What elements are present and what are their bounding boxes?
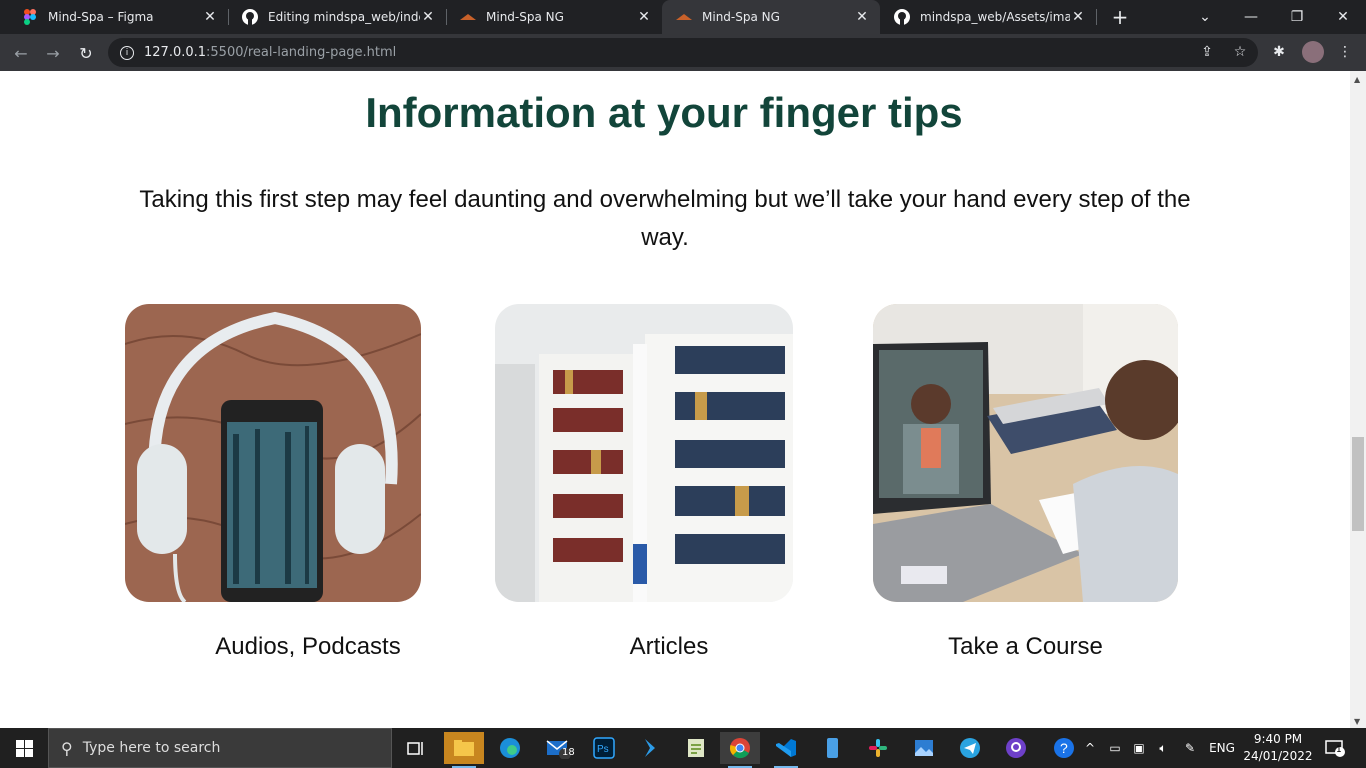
course-card-label[interactable]: Take a Course (873, 633, 1178, 661)
photoshop-icon[interactable]: Ps (584, 732, 624, 764)
scroll-thumb[interactable] (1352, 437, 1364, 531)
search-placeholder: Type here to search (82, 740, 221, 756)
battery-icon[interactable]: ▭ (1104, 728, 1126, 768)
page-scrollbar[interactable]: ▲ ▼ (1350, 71, 1366, 728)
mindspa-icon (676, 9, 692, 25)
mindspa-icon (460, 9, 476, 25)
notepad-plus-icon[interactable] (676, 732, 716, 764)
articles-card-label[interactable]: Articles (495, 633, 843, 661)
mail-badge: 18 (562, 747, 575, 758)
reload-icon[interactable]: ↻ (73, 40, 99, 66)
address-bar[interactable]: i 127.0.0.1:5500/real-landing-page.html (108, 38, 1258, 67)
notification-center-icon[interactable]: 1 (1320, 728, 1350, 768)
chrome-icon[interactable] (720, 732, 760, 768)
close-tab-icon[interactable]: ✕ (854, 9, 870, 25)
new-tab-icon[interactable]: + (1108, 5, 1132, 29)
tab-title: Editing mindspa_web/index.h (268, 10, 420, 24)
profile-avatar[interactable] (1302, 41, 1324, 63)
svg-text:?: ? (1060, 740, 1068, 756)
clock-date: 24/01/2022 (1243, 749, 1313, 763)
telegram-icon[interactable] (950, 732, 990, 764)
bookmark-star-icon[interactable]: ☆ (1231, 43, 1249, 61)
windows-taskbar: ⚲ Type here to search 18 Ps ? ^ ▭ ▣ 🔈︎ ✎… (0, 728, 1366, 768)
windows-start-icon[interactable] (0, 728, 48, 768)
back-icon[interactable]: ← (8, 40, 34, 66)
tab-search-chevron-icon[interactable]: ⌄ (1182, 0, 1228, 34)
mail-icon[interactable]: 18 (538, 732, 578, 764)
input-language[interactable]: ENG (1204, 728, 1240, 768)
page-content: Information at your finger tips Taking t… (0, 71, 1350, 728)
clock-time: 9:40 PM (1253, 732, 1303, 746)
share-icon[interactable]: ⇪ (1198, 43, 1216, 61)
scroll-down-arrow-icon[interactable]: ▼ (1354, 717, 1360, 726)
github-icon (242, 9, 258, 25)
tab-mindspa-1[interactable]: Mind-Spa NG ✕ (446, 0, 662, 34)
forward-icon[interactable]: → (40, 40, 66, 66)
close-tab-icon[interactable]: ✕ (636, 9, 652, 25)
tab-title: Mind-Spa NG (486, 10, 564, 24)
close-tab-icon[interactable]: ✕ (420, 9, 436, 25)
section-heading: Information at your finger tips (365, 89, 963, 136)
taskbar-search-box[interactable]: ⚲ Type here to search (48, 728, 392, 768)
power-automate-icon[interactable] (630, 732, 670, 764)
tab-separator (1096, 9, 1097, 25)
podcast-card-image[interactable] (125, 304, 421, 602)
section-lead-text: Taking this first step may feel daunting… (139, 186, 1191, 251)
meet-now-icon[interactable]: ▣ (1128, 728, 1150, 768)
browser-toolbar: ← → ↻ i 127.0.0.1:5500/real-landing-page… (0, 34, 1366, 71)
tab-github-images[interactable]: mindspa_web/Assets/images ✕ (880, 0, 1096, 34)
scroll-up-arrow-icon[interactable]: ▲ (1354, 75, 1360, 84)
github-icon (894, 9, 910, 25)
url-path: :5500/real-landing-page.html (206, 45, 397, 60)
vscode-icon[interactable] (766, 732, 806, 768)
close-window-icon[interactable]: ✕ (1320, 0, 1366, 34)
pen-workspace-icon[interactable]: ✎ (1178, 728, 1202, 768)
svg-text:Ps: Ps (597, 744, 609, 755)
tab-strip: Mind-Spa – Figma ✕ Editing mindspa_web/i… (0, 0, 1366, 34)
articles-card-image[interactable] (495, 304, 793, 602)
volume-icon[interactable]: 🔈︎ (1152, 728, 1174, 768)
url-text: 127.0.0.1:5500/real-landing-page.html (144, 45, 396, 60)
taskbar-clock[interactable]: 9:40 PM 24/01/2022 (1236, 731, 1320, 765)
github-desktop-icon[interactable] (996, 732, 1036, 764)
phone-link-icon[interactable] (812, 732, 852, 764)
photos-icon[interactable] (904, 732, 944, 764)
menu-kebab-icon[interactable]: ⋮ (1336, 43, 1354, 61)
tab-title: mindspa_web/Assets/images (920, 10, 1070, 24)
extensions-puzzle-icon[interactable]: ✱ (1270, 43, 1288, 61)
slack-icon[interactable] (858, 732, 898, 764)
file-explorer-icon[interactable] (444, 732, 484, 768)
task-view-icon[interactable] (396, 732, 436, 764)
site-info-icon[interactable]: i (120, 45, 134, 60)
tab-mindspa-active[interactable]: Mind-Spa NG ✕ (662, 0, 880, 34)
tab-title: Mind-Spa – Figma (48, 10, 154, 24)
tab-title: Mind-Spa NG (702, 10, 780, 24)
search-icon: ⚲ (61, 738, 73, 758)
tab-github-editing[interactable]: Editing mindspa_web/index.h ✕ (228, 0, 446, 34)
restore-icon[interactable]: ❐ (1274, 0, 1320, 34)
help-icon[interactable]: ? (1044, 732, 1084, 764)
tab-figma[interactable]: Mind-Spa – Figma ✕ (8, 0, 228, 34)
minimize-icon[interactable]: — (1228, 0, 1274, 34)
close-tab-icon[interactable]: ✕ (202, 9, 218, 25)
figma-icon (22, 9, 38, 25)
close-tab-icon[interactable]: ✕ (1070, 9, 1086, 25)
url-host: 127.0.0.1 (144, 45, 207, 60)
notification-count: 1 (1336, 745, 1342, 755)
course-card-image[interactable] (873, 304, 1178, 602)
edge-browser-icon[interactable] (490, 732, 530, 764)
show-hidden-icons-chevron-icon[interactable]: ^ (1080, 728, 1100, 768)
podcast-card-label[interactable]: Audios, Podcasts (125, 633, 491, 661)
